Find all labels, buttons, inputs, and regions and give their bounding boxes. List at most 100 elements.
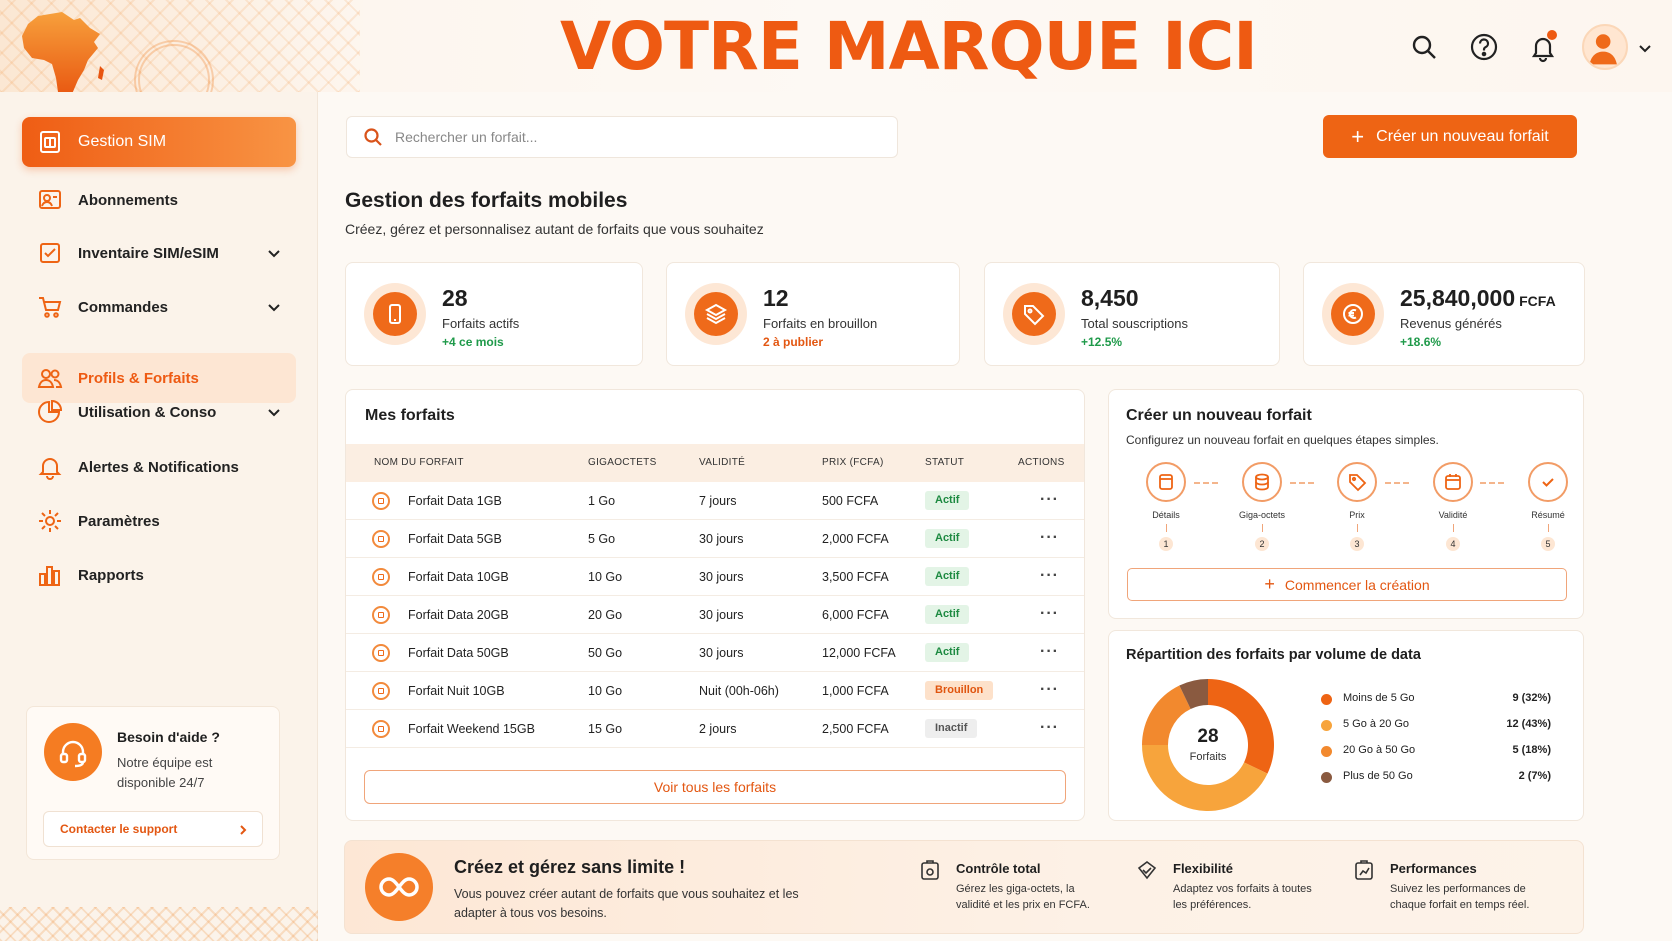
stat-delta: +18.6%	[1400, 335, 1442, 349]
sim-card-icon	[372, 682, 390, 700]
legend-value: 2 (7%)	[1518, 770, 1551, 782]
sidebar-item-parametres[interactable]: Paramètres	[22, 496, 296, 546]
plans-table-title: Mes forfaits	[365, 407, 455, 424]
help-description: Notre équipe est disponible 24/7	[117, 755, 213, 790]
legend-label: Moins de 5 Go	[1343, 692, 1415, 704]
table-cell-validity: 30 jours	[699, 570, 744, 584]
table-cell-price: 2,000 FCFA	[822, 532, 889, 546]
flex-icon	[1137, 861, 1157, 880]
sidebar-item-inventaire[interactable]: Inventaire SIM/eSIM	[22, 228, 296, 278]
table-cell-name: Forfait Data 5GB	[408, 532, 502, 546]
view-all-plans-button[interactable]: Voir tous les forfaits	[364, 770, 1066, 804]
more-actions-icon[interactable]: ···	[1040, 529, 1059, 547]
table-cell-validity: Nuit (00h-06h)	[699, 684, 779, 698]
notification-dot	[1547, 30, 1557, 40]
status-badge: Actif	[925, 529, 970, 548]
table-cell-validity: 30 jours	[699, 532, 744, 546]
table-row[interactable]: Forfait Weekend 15GB 15 Go 2 jours 2,500 FC…	[346, 710, 1084, 748]
wizard-step-prix[interactable]: Prix 3	[1312, 462, 1402, 551]
column-header: ACTIONS	[1018, 457, 1065, 468]
help-title: Besoin d'aide ?	[117, 729, 220, 745]
chevron-down-icon[interactable]	[266, 299, 282, 315]
legend-item: Moins de 5 Go 9 (32%)	[1321, 690, 1551, 710]
sidebar-item-utilisation[interactable]: Utilisation & Conso	[22, 387, 296, 437]
table-cell-validity: 30 jours	[699, 608, 744, 622]
donut-center-label: Forfaits	[1189, 751, 1227, 763]
table-cell-go: 1 Go	[588, 494, 616, 508]
create-plan-label: Créer un nouveau forfait	[1376, 127, 1549, 145]
table-row[interactable]: Forfait Data 1GB 1 Go 7 jours 500 FCFA Actif…	[346, 482, 1084, 520]
legend-item: 5 Go à 20 Go 12 (43%)	[1321, 716, 1551, 736]
banner-title: Créez et gérez sans limite !	[454, 857, 686, 877]
table-cell-price: 6,000 FCFA	[822, 608, 889, 622]
start-creation-label: Commencer la création	[1284, 576, 1430, 593]
status-badge: Brouillon	[925, 681, 994, 700]
sim-card-icon	[372, 492, 390, 510]
sim-card-icon	[372, 720, 390, 738]
table-row[interactable]: Forfait Nuit 10GB 10 Go Nuit (00h-06h) 1,00…	[346, 672, 1084, 710]
sidebar-item-label: Utilisation & Conso	[78, 403, 217, 421]
legend-item: Plus de 50 Go 2 (7%)	[1321, 768, 1551, 788]
more-actions-icon[interactable]: ···	[1040, 491, 1059, 509]
start-creation-button[interactable]: + Commencer la création	[1127, 568, 1567, 601]
tag-icon	[1012, 292, 1056, 336]
more-actions-icon[interactable]: ···	[1040, 605, 1059, 623]
chevron-down-icon[interactable]	[1637, 40, 1653, 56]
sidebar-item-label: Rapports	[78, 566, 144, 584]
legend-swatch	[1321, 694, 1332, 705]
search-icon	[364, 128, 382, 146]
table-cell-price: 12,000 FCFA	[822, 646, 896, 660]
wizard-steps: Détails 1 Giga-octets 2 Prix 3 Validité …	[1109, 462, 1589, 551]
search-icon[interactable]	[1408, 31, 1440, 63]
table-cell-name: Forfait Weekend 15GB	[408, 722, 535, 736]
more-actions-icon[interactable]: ···	[1040, 643, 1059, 661]
contact-support-label: Contacter le support	[60, 822, 178, 836]
sidebar-item-commandes[interactable]: Commandes	[22, 282, 296, 332]
step-label: Résumé	[1531, 510, 1565, 520]
contact-support-button[interactable]: Contacter le support	[43, 811, 263, 847]
stat-card-draft: 12 Forfaits en brouillon 2 à publier	[666, 262, 960, 366]
wizard-step-validite[interactable]: Validité 4	[1408, 462, 1498, 551]
help-icon[interactable]	[1468, 31, 1500, 63]
sidebar: Gestion SIM Abonnements Inventaire SIM/e…	[0, 92, 318, 941]
stat-value: 12	[763, 285, 789, 311]
create-plan-button[interactable]: + Créer un nouveau forfait	[1323, 115, 1577, 158]
search-input[interactable]	[395, 129, 855, 145]
more-actions-icon[interactable]: ···	[1040, 719, 1059, 737]
wizard-step-details[interactable]: Détails 1	[1121, 462, 1211, 551]
step-connector	[1194, 482, 1218, 484]
banner-description: Vous pouvez créer autant de forfaits que…	[454, 887, 799, 920]
check-icon	[1528, 462, 1568, 502]
table-row[interactable]: Forfait Data 20GB 20 Go 30 jours 6,000 FCFA…	[346, 596, 1084, 634]
sidebar-item-abonnements[interactable]: Abonnements	[22, 175, 296, 225]
table-row[interactable]: Forfait Data 5GB 5 Go 30 jours 2,000 FCFA Ac…	[346, 520, 1084, 558]
chevron-down-icon[interactable]	[266, 404, 282, 420]
avatar[interactable]	[1582, 24, 1628, 70]
table-cell-name: Forfait Data 20GB	[408, 608, 509, 622]
wizard-title: Créer un nouveau forfait	[1126, 407, 1312, 424]
phone-icon	[373, 292, 417, 336]
stat-delta: +4 ce mois	[442, 335, 504, 349]
sidebar-item-gestion-sim[interactable]: Gestion SIM	[22, 117, 296, 167]
stat-delta: +12.5%	[1081, 335, 1123, 349]
table-row[interactable]: Forfait Data 10GB 10 Go 30 jours 3,500 FCFA…	[346, 558, 1084, 596]
chevron-down-icon[interactable]	[266, 245, 282, 261]
inventory-icon	[36, 239, 64, 267]
distribution-panel: Répartition des forfaits par volume de d…	[1108, 630, 1584, 821]
wizard-step-gigaoctets[interactable]: Giga-octets 2	[1217, 462, 1307, 551]
search-bar[interactable]	[346, 116, 898, 158]
sim-card-icon	[372, 568, 390, 586]
sidebar-item-alertes[interactable]: Alertes & Notifications	[22, 442, 296, 492]
more-actions-icon[interactable]: ···	[1040, 681, 1059, 699]
wizard-step-resume[interactable]: Résumé 5	[1503, 462, 1593, 551]
sidebar-item-rapports[interactable]: Rapports	[22, 550, 296, 600]
sim-card-icon	[372, 606, 390, 624]
legend-label: 20 Go à 50 Go	[1343, 744, 1416, 756]
table-row[interactable]: Forfait Data 50GB 50 Go 30 jours 12,000 FCF…	[346, 634, 1084, 672]
donut-center-value: 28	[1197, 726, 1219, 747]
step-connector	[1480, 482, 1504, 484]
report-icon	[36, 561, 64, 589]
more-actions-icon[interactable]: ···	[1040, 567, 1059, 585]
gear-icon	[36, 507, 64, 535]
feature-description: Suivez les performances de chaque forfai…	[1390, 883, 1530, 911]
